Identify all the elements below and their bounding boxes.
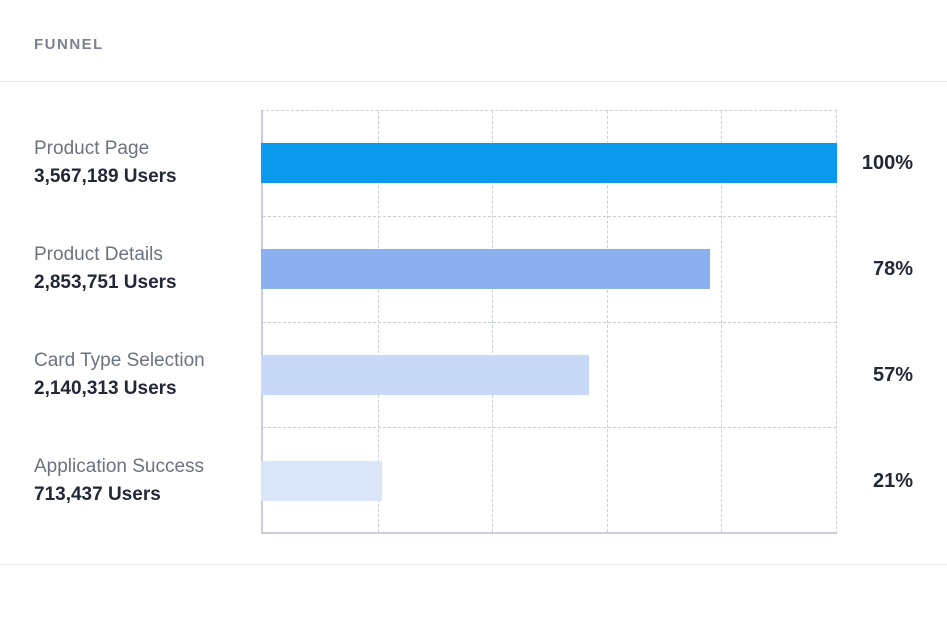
step-users: 2,140,313 Users [34,378,251,400]
step-label-block: Product Page 3,567,189 Users [0,138,261,188]
funnel-bar [261,249,710,289]
bar-track [261,428,837,534]
page-title: FUNNEL [34,36,947,53]
step-name: Product Details [34,244,251,266]
step-percent: 100% [837,152,947,175]
funnel-row: Product Page 3,567,189 Users 100% [0,110,947,216]
step-name: Product Page [34,138,251,160]
funnel-row: Product Details 2,853,751 Users 78% [0,216,947,322]
step-percent: 21% [837,470,947,493]
step-users: 3,567,189 Users [34,166,251,188]
step-name: Card Type Selection [34,350,251,372]
step-label-block: Application Success 713,437 Users [0,456,261,506]
funnel-bar [261,143,837,183]
step-percent: 78% [837,258,947,281]
step-name: Application Success [34,456,251,478]
bar-track [261,216,837,322]
header: FUNNEL [0,0,947,81]
step-users: 713,437 Users [34,484,251,506]
funnel-row: Application Success 713,437 Users 21% [0,428,947,534]
step-users: 2,853,751 Users [34,272,251,294]
funnel-row: Card Type Selection 2,140,313 Users 57% [0,322,947,428]
funnel-bar [261,355,589,395]
step-label-block: Card Type Selection 2,140,313 Users [0,350,261,400]
funnel-chart: Product Page 3,567,189 Users 100% Produc… [0,110,947,534]
step-percent: 57% [837,364,947,387]
bar-track [261,322,837,428]
divider [0,564,947,565]
bar-track [261,110,837,216]
step-label-block: Product Details 2,853,751 Users [0,244,261,294]
divider [0,81,947,82]
funnel-bar [261,461,382,501]
